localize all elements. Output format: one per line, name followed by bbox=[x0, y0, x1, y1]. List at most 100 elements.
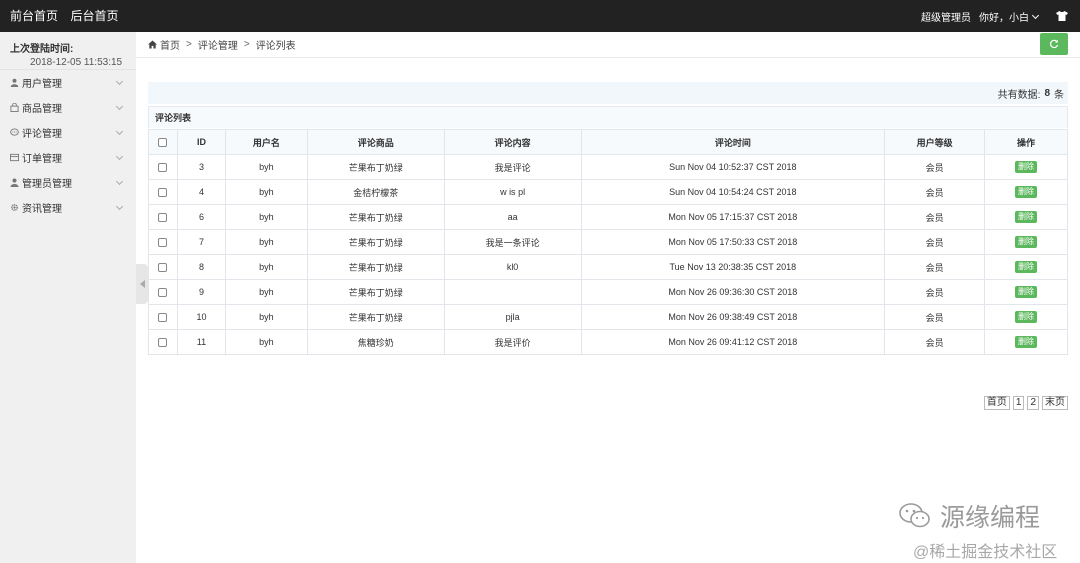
delete-button[interactable]: 删除 bbox=[1015, 261, 1037, 273]
row-checkbox[interactable] bbox=[158, 313, 168, 323]
panel-title: 评论列表 bbox=[148, 106, 1068, 128]
header-username: 用户名 bbox=[224, 129, 308, 155]
user-area: 超级管理员 你好，小白 bbox=[913, 9, 1068, 24]
chevron-left-icon bbox=[139, 280, 145, 288]
table-row: 3 byh 芒果布丁奶绿 我是评论 Sun Nov 04 10:52:37 CST 20… bbox=[148, 154, 1068, 180]
user-role: 超级管理员 bbox=[921, 12, 971, 24]
breadcrumb-home[interactable]: 首页 bbox=[160, 37, 180, 52]
row-checkbox[interactable] bbox=[158, 338, 168, 348]
row-checkbox[interactable] bbox=[158, 288, 168, 298]
admin-home-link[interactable]: 后台首页 bbox=[70, 9, 118, 23]
page-2[interactable]: 2 bbox=[1027, 396, 1039, 410]
header-id: ID bbox=[176, 129, 226, 155]
row-select-cell bbox=[148, 154, 178, 180]
delete-button[interactable]: 删除 bbox=[1015, 211, 1037, 223]
cell-time: Sun Nov 04 10:52:37 CST 2018 bbox=[580, 154, 886, 180]
record-count-value: 8 bbox=[1044, 87, 1050, 99]
refresh-button[interactable] bbox=[1040, 33, 1068, 55]
sidebar-item-label: 管理员管理 bbox=[22, 179, 72, 190]
sidebar-item-3[interactable]: 订单管理 bbox=[0, 145, 136, 170]
record-count-suffix: 条 bbox=[1054, 89, 1064, 101]
cell-content: w is pl bbox=[443, 179, 582, 205]
cell-id: 3 bbox=[176, 154, 226, 180]
row-select-cell bbox=[148, 329, 178, 355]
table-body: 3 byh 芒果布丁奶绿 我是评论 Sun Nov 04 10:52:37 CST 20… bbox=[148, 154, 1068, 355]
cell-level: 会员 bbox=[884, 329, 986, 355]
cell-content bbox=[443, 279, 582, 305]
row-checkbox[interactable] bbox=[158, 188, 168, 198]
front-home-link[interactable]: 前台首页 bbox=[10, 9, 58, 23]
delete-button[interactable]: 删除 bbox=[1015, 311, 1037, 323]
select-all-checkbox[interactable] bbox=[158, 138, 168, 148]
delete-button[interactable]: 删除 bbox=[1015, 161, 1037, 173]
last-login: 上次登陆时间: 2018-12-05 11:53:15 bbox=[0, 32, 136, 70]
cell-content: kl0 bbox=[443, 254, 582, 280]
cell-product: 芒果布丁奶绿 bbox=[306, 204, 445, 230]
row-checkbox[interactable] bbox=[158, 213, 168, 223]
row-select-cell bbox=[148, 229, 178, 255]
delete-button[interactable]: 删除 bbox=[1015, 186, 1037, 198]
top-bar: 前台首页 后台首页 超级管理员 你好，小白 bbox=[0, 0, 1080, 32]
header-actions: 操作 bbox=[984, 129, 1068, 155]
chevron-down-icon bbox=[115, 102, 124, 111]
chevron-down-icon bbox=[115, 152, 124, 161]
user-greeting-dropdown[interactable]: 你好，小白 bbox=[979, 9, 1044, 24]
cell-actions: 删除 bbox=[984, 279, 1068, 305]
row-select-cell bbox=[148, 204, 178, 230]
cell-actions: 删除 bbox=[984, 229, 1068, 255]
cell-username: byh bbox=[224, 329, 308, 355]
cell-username: byh bbox=[224, 229, 308, 255]
cell-username: byh bbox=[224, 204, 308, 230]
sidebar-collapse-handle[interactable] bbox=[136, 264, 148, 304]
table-row: 9 byh 芒果布丁奶绿 Mon Nov 26 09:36:30 CST 2018 会员… bbox=[148, 279, 1068, 305]
breadcrumb-comment-management[interactable]: 评论管理 bbox=[198, 37, 238, 52]
cell-username: byh bbox=[224, 304, 308, 330]
sidebar-item-0[interactable]: 用户管理 bbox=[0, 70, 136, 95]
cell-actions: 删除 bbox=[984, 329, 1068, 355]
cell-id: 6 bbox=[176, 204, 226, 230]
cell-actions: 删除 bbox=[984, 254, 1068, 280]
watermark-community: @稀土掘金技术社区 bbox=[913, 544, 1058, 561]
cell-level: 会员 bbox=[884, 154, 986, 180]
cell-time: Mon Nov 05 17:50:33 CST 2018 bbox=[580, 229, 886, 255]
delete-button[interactable]: 删除 bbox=[1015, 336, 1037, 348]
sidebar-item-label: 评论管理 bbox=[22, 129, 62, 140]
gear-icon bbox=[11, 204, 18, 211]
row-select-cell bbox=[148, 304, 178, 330]
delete-button[interactable]: 删除 bbox=[1015, 286, 1037, 298]
sidebar-item-5[interactable]: 资讯管理 bbox=[0, 195, 136, 220]
row-checkbox[interactable] bbox=[158, 163, 168, 173]
cell-actions: 删除 bbox=[984, 204, 1068, 230]
row-checkbox[interactable] bbox=[158, 263, 168, 273]
sidebar-item-2[interactable]: 评论管理 bbox=[0, 120, 136, 145]
row-checkbox[interactable] bbox=[158, 238, 168, 248]
cell-time: Mon Nov 26 09:41:12 CST 2018 bbox=[580, 329, 886, 355]
refresh-icon bbox=[1049, 39, 1059, 49]
page-first[interactable]: 首页 bbox=[983, 396, 1010, 410]
watermark-brand: 源缘编程 bbox=[898, 498, 1040, 534]
chevron-down-icon bbox=[115, 202, 124, 211]
delete-button[interactable]: 删除 bbox=[1015, 236, 1037, 248]
tshirt-icon[interactable] bbox=[1056, 11, 1068, 21]
sidebar-item-1[interactable]: 商品管理 bbox=[0, 95, 136, 120]
page-1[interactable]: 1 bbox=[1012, 396, 1025, 410]
cell-level: 会员 bbox=[884, 254, 986, 280]
page-last[interactable]: 末页 bbox=[1042, 396, 1068, 410]
cell-actions: 删除 bbox=[984, 154, 1068, 180]
cell-content: 我是评价 bbox=[443, 329, 582, 355]
cell-time: Mon Nov 26 09:38:49 CST 2018 bbox=[580, 304, 886, 330]
sidebar-item-label: 商品管理 bbox=[22, 104, 62, 115]
cell-id: 4 bbox=[176, 179, 226, 205]
cell-id: 11 bbox=[176, 329, 226, 355]
chevron-down-icon bbox=[115, 77, 124, 86]
cell-product: 芒果布丁奶绿 bbox=[306, 279, 445, 305]
cell-level: 会员 bbox=[884, 304, 986, 330]
order-icon bbox=[10, 153, 19, 162]
sidebar-item-4[interactable]: 管理员管理 bbox=[0, 170, 136, 195]
last-login-label: 上次登陆时间: bbox=[10, 44, 74, 55]
table-header-row: ID 用户名 评论商品 评论内容 评论时间 用户等级 操作 bbox=[148, 129, 1068, 155]
cell-time: Tue Nov 13 20:38:35 CST 2018 bbox=[580, 254, 886, 280]
top-nav: 前台首页 后台首页 bbox=[10, 7, 126, 25]
watermark-brand-text: 源缘编程 bbox=[940, 504, 1041, 532]
breadcrumb-separator: > bbox=[243, 39, 250, 50]
